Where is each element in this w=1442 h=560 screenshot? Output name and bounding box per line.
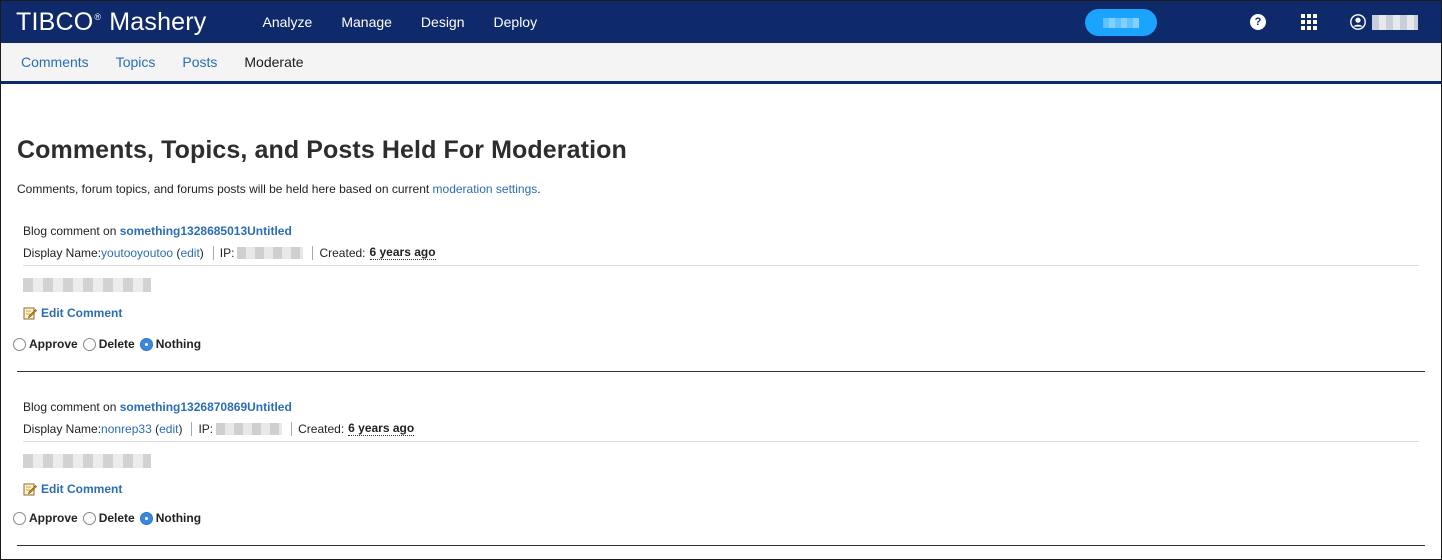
tab-topics[interactable]: Topics (116, 54, 156, 70)
edit-pencil-icon (23, 307, 37, 320)
meta-separator (212, 245, 214, 260)
approve-radio[interactable] (13, 511, 26, 525)
meta-separator (312, 245, 314, 260)
edit-pencil-icon (23, 483, 37, 496)
nothing-option[interactable]: Nothing (139, 337, 201, 351)
edit-user-link[interactable]: edit (159, 422, 178, 436)
tab-moderate[interactable]: Moderate (244, 54, 303, 70)
delete-option[interactable]: Delete (82, 337, 135, 351)
meta-rule (23, 265, 1419, 266)
edit-comment: Edit Comment (23, 482, 1419, 496)
app-frame: TIBCO ® Mashery Analyze Manage Design De… (0, 0, 1442, 560)
meta-rule (23, 441, 1419, 442)
redacted-user-name[interactable] (1372, 15, 1418, 30)
edit-comment-link[interactable]: Edit Comment (41, 306, 122, 320)
page-title: Comments, Topics, and Posts Held For Mod… (17, 136, 627, 164)
item-divider (17, 371, 1425, 372)
redacted-text (1103, 18, 1139, 28)
item-divider (17, 545, 1425, 546)
moderation-item: Blog comment on something1326870869Untit… (13, 400, 1425, 546)
approve-option[interactable]: Approve (13, 337, 78, 351)
redacted-comment-body (23, 454, 151, 468)
display-name-link[interactable]: youtooyoutoo (101, 246, 173, 260)
delete-option[interactable]: Delete (82, 511, 135, 525)
nav-design[interactable]: Design (421, 14, 465, 30)
nothing-radio[interactable] (139, 511, 153, 525)
item-title: Blog comment on something1326870869Untit… (23, 400, 292, 414)
display-name-link[interactable]: nonrep33 (101, 422, 152, 436)
redacted-ip (216, 422, 283, 435)
nav-manage[interactable]: Manage (341, 14, 392, 30)
post-link[interactable]: something1326870869Untitled (120, 400, 292, 414)
top-bar: TIBCO ® Mashery Analyze Manage Design De… (1, 1, 1441, 43)
delete-radio[interactable] (82, 337, 96, 351)
meta-separator (191, 421, 193, 436)
post-link[interactable]: something1328685013Untitled (120, 224, 292, 238)
intro-text: Comments, forum topics, and forums posts… (17, 182, 541, 196)
delete-radio[interactable] (82, 511, 96, 525)
created-time: 6 years ago (369, 245, 436, 260)
created-time: 6 years ago (348, 421, 415, 436)
edit-comment: Edit Comment (23, 306, 1419, 320)
sub-nav: Comments Topics Posts Moderate (1, 43, 1441, 84)
help-icon[interactable]: ? (1250, 14, 1266, 30)
account-pill-button[interactable] (1085, 9, 1157, 36)
moderation-settings-link[interactable]: moderation settings (433, 182, 538, 196)
nothing-option[interactable]: Nothing (139, 511, 201, 525)
brand-mashery: Mashery (109, 7, 207, 36)
moderation-radio-group: Approve Delete Nothing (13, 337, 1425, 351)
edit-user-link[interactable]: edit (180, 246, 199, 260)
item-meta: Display Name: nonrep33 (edit) IP: Create… (23, 421, 415, 436)
brand-tibco: TIBCO (16, 7, 94, 36)
brand-registered-mark: ® (94, 12, 102, 22)
edit-comment-link[interactable]: Edit Comment (41, 482, 122, 496)
approve-radio[interactable] (13, 337, 26, 351)
nav-deploy[interactable]: Deploy (494, 14, 538, 30)
nav-analyze[interactable]: Analyze (263, 14, 313, 30)
approve-option[interactable]: Approve (13, 511, 78, 525)
apps-grid-icon[interactable] (1301, 14, 1317, 30)
item-title: Blog comment on something1328685013Untit… (23, 224, 292, 238)
tab-comments[interactable]: Comments (21, 54, 89, 70)
main-nav: Analyze Manage Design Deploy (263, 14, 567, 30)
brand-logo[interactable]: TIBCO ® Mashery (16, 1, 207, 43)
redacted-comment-body (23, 278, 151, 292)
moderation-item: Blog comment on something1328685013Untit… (13, 224, 1425, 372)
meta-separator (291, 421, 293, 436)
item-meta: Display Name: youtooyoutoo (edit) IP: Cr… (23, 245, 436, 260)
nothing-radio[interactable] (139, 337, 153, 351)
redacted-ip (237, 246, 304, 259)
user-icon[interactable] (1350, 14, 1366, 30)
main-content: Comments, Topics, and Posts Held For Mod… (1, 136, 1441, 546)
moderation-radio-group: Approve Delete Nothing (13, 511, 1425, 525)
tab-posts[interactable]: Posts (182, 54, 217, 70)
